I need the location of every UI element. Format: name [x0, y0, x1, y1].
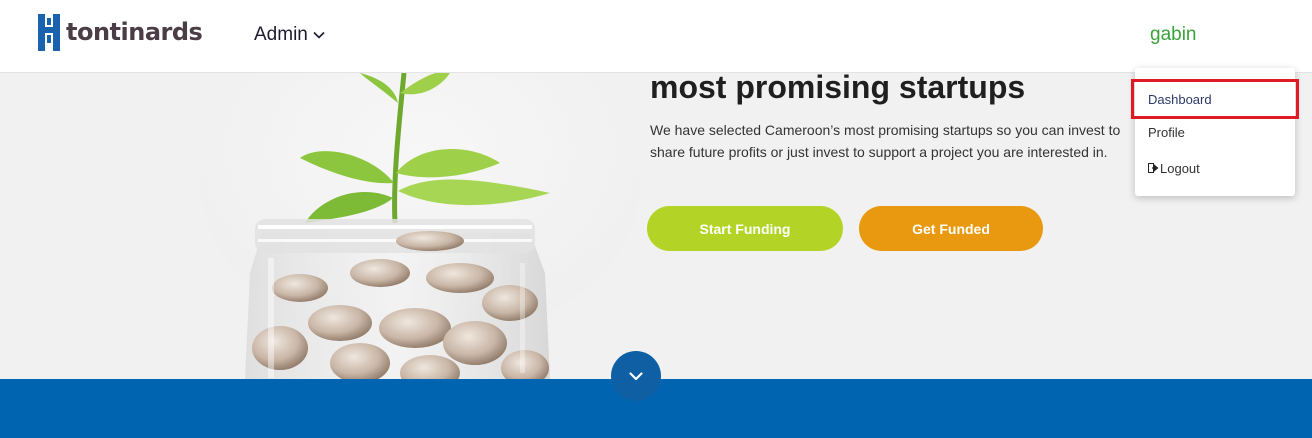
dropdown-item-label: Logout	[1160, 160, 1200, 176]
scroll-down-button[interactable]	[611, 351, 661, 401]
chevron-down-icon	[629, 371, 643, 380]
tontinards-logo-icon	[38, 14, 60, 51]
admin-menu-label: Admin	[254, 24, 308, 45]
hero-description: We have selected Cameroon’s most promisi…	[650, 122, 1121, 160]
dropdown-item-label: Dashboard	[1148, 91, 1212, 107]
top-navbar: tontinards Admin gabin	[0, 0, 1312, 73]
dropdown-item-logout[interactable]: Logout	[1135, 151, 1295, 185]
admin-menu[interactable]: Admin	[254, 24, 325, 46]
user-menu[interactable]: gabin	[1150, 24, 1197, 46]
logout-icon	[1148, 163, 1159, 173]
brand-name: tontinards	[66, 18, 203, 46]
hero-title: most promising startups	[650, 73, 1026, 105]
start-funding-button[interactable]: Start Funding	[647, 206, 843, 251]
user-dropdown-menu: Dashboard Profile Logout	[1131, 68, 1299, 196]
brand-logo[interactable]: tontinards	[38, 14, 203, 51]
get-funded-button[interactable]: Get Funded	[859, 206, 1043, 251]
dropdown-item-label: Profile	[1148, 124, 1185, 140]
dropdown-item-profile[interactable]: Profile	[1135, 115, 1295, 149]
dropdown-item-dashboard[interactable]: Dashboard	[1131, 79, 1299, 119]
chevron-down-icon	[313, 31, 325, 39]
hero-section: most promising startups We have selected…	[0, 73, 1312, 379]
coin-jar-plant-image	[0, 73, 640, 379]
